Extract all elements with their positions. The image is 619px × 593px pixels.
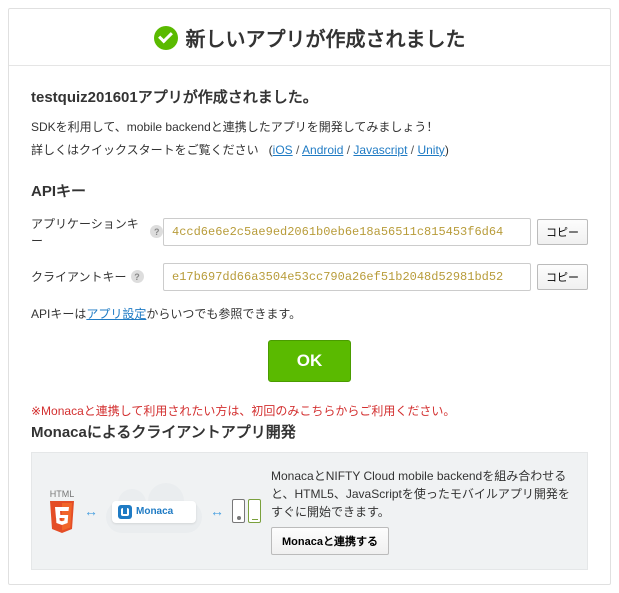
link-javascript[interactable]: Javascript <box>353 143 407 157</box>
monaca-description-block: MonacaとNIFTY Cloud mobile backendを組み合わせる… <box>271 467 571 555</box>
monaca-flow: HTML ↔ Monaca <box>48 489 261 533</box>
app-key-field[interactable] <box>163 218 531 246</box>
help-icon[interactable]: ? <box>131 270 144 283</box>
monaca-link-button[interactable]: Monacaと連携する <box>271 527 389 555</box>
monaca-pill-label: Monaca <box>136 506 173 517</box>
html5-icon: HTML <box>48 489 76 533</box>
ok-button[interactable]: OK <box>268 340 352 382</box>
monaca-cloud: Monaca <box>106 489 202 533</box>
monaca-title: Monacaによるクライアントアプリ開発 <box>31 421 588 442</box>
help-icon[interactable]: ? <box>150 225 163 238</box>
app-key-row: アプリケーションキー ? コピー <box>31 215 588 249</box>
arrow-right-icon: ↔ <box>210 503 224 519</box>
link-android[interactable]: Android <box>302 143 343 157</box>
app-name: testquiz201601 <box>31 89 138 106</box>
phones-group <box>232 499 261 523</box>
client-key-row: クライアントキー ? コピー <box>31 263 588 291</box>
check-circle-icon <box>154 26 178 50</box>
sdk-description: SDKを利用して、mobile backendと連携したアプリを開発してみましょ… <box>31 117 588 137</box>
app-created-dialog: 新しいアプリが作成されました testquiz201601アプリが作成されました… <box>8 8 611 585</box>
api-keys-heading: APIキー <box>31 180 588 201</box>
link-unity[interactable]: Unity <box>417 143 444 157</box>
android-icon <box>248 499 261 523</box>
quickstart-prefix: 詳しくはクイックスタートをご覧ください <box>31 143 259 157</box>
monaca-description: MonacaとNIFTY Cloud mobile backendを組み合わせる… <box>271 467 571 521</box>
app-key-label: アプリケーションキー <box>31 215 146 249</box>
link-ios[interactable]: iOS <box>273 143 293 157</box>
quickstart-line: 詳しくはクイックスタートをご覧ください (iOS / Android / Jav… <box>31 141 588 158</box>
api-note-suffix: からいつでも参照できます。 <box>146 307 301 321</box>
monaca-panel: HTML ↔ Monaca <box>31 452 588 570</box>
copy-client-key-button[interactable]: コピー <box>537 264 588 290</box>
client-key-field[interactable] <box>163 263 531 291</box>
api-note-prefix: APIキーは <box>31 307 86 321</box>
api-note: APIキーはアプリ設定からいつでも参照できます。 <box>31 305 588 322</box>
copy-app-key-button[interactable]: コピー <box>537 219 588 245</box>
monaca-warning: ※Monacaと連携して利用されたい方は、初回のみこちらからご利用ください。 <box>31 402 588 419</box>
app-created-heading: testquiz201601アプリが作成されました。 <box>31 86 588 107</box>
link-app-settings[interactable]: アプリ設定 <box>86 307 146 321</box>
iphone-icon <box>232 499 245 523</box>
app-created-suffix: アプリが作成されました。 <box>138 89 318 106</box>
client-key-label: クライアントキー <box>31 268 127 285</box>
dialog-title: 新しいアプリが作成されました <box>186 23 466 52</box>
dialog-header: 新しいアプリが作成されました <box>9 9 610 66</box>
arrow-right-icon: ↔ <box>84 503 98 519</box>
monaca-icon <box>118 505 132 519</box>
